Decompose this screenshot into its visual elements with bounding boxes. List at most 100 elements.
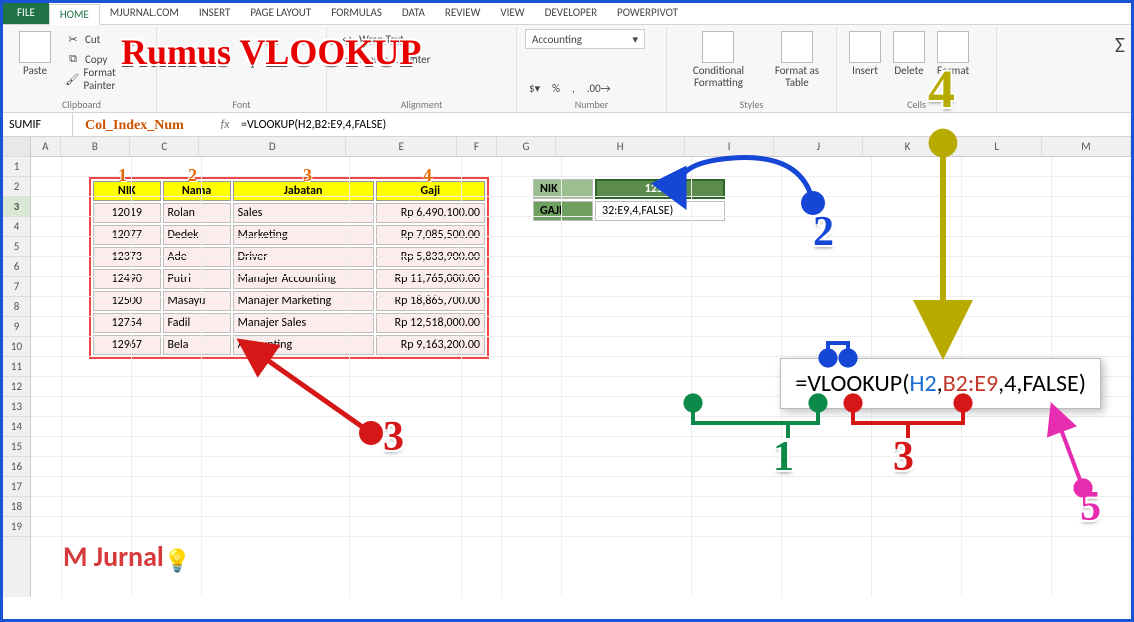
col-header[interactable]: E — [346, 137, 457, 156]
inc-decimal-button[interactable]: .00→ — [583, 78, 615, 98]
row-header[interactable]: 17 — [3, 477, 30, 497]
small-index-3: 3 — [303, 165, 312, 186]
row-header[interactable]: 18 — [3, 497, 30, 517]
group-label-number: Number — [517, 98, 666, 111]
row-header[interactable]: 4 — [3, 217, 30, 237]
zoom-pre: =VLOOKUP( — [795, 369, 909, 398]
fx-icon[interactable]: fx — [213, 118, 237, 132]
tab-mjurnal[interactable]: MJURNAL.COM — [100, 3, 189, 24]
tab-file[interactable]: FILE — [3, 3, 49, 24]
tab-powerpivot[interactable]: POWERPIVOT — [607, 3, 688, 24]
row-header[interactable]: 12 — [3, 377, 30, 397]
overlay-title: Rumus VLOOKUP — [121, 31, 421, 73]
format-as-table-button[interactable]: Format as Table — [766, 29, 828, 91]
cut-label: Cut — [85, 33, 100, 46]
row-header[interactable]: 9 — [3, 317, 30, 337]
col-header[interactable]: I — [685, 137, 774, 156]
annot-number-4: 4 — [928, 58, 955, 120]
percent-button[interactable]: % — [548, 78, 564, 98]
copy-label: Copy — [85, 53, 107, 66]
row-header[interactable]: 2 — [3, 177, 30, 197]
formula-input[interactable]: =VLOOKUP(H2,B2:E9,4,FALSE) — [237, 118, 1131, 132]
annot-number-3a: 3 — [383, 413, 404, 461]
row-header[interactable]: 19 — [3, 517, 30, 537]
row-header[interactable]: 11 — [3, 357, 30, 377]
ribbon-tabs: FILE HOME MJURNAL.COM INSERT PAGE LAYOUT… — [3, 3, 1131, 25]
group-label-cells: Cells — [837, 98, 996, 111]
col-header[interactable]: C — [130, 137, 199, 156]
col-header[interactable]: J — [774, 137, 863, 156]
row-header[interactable]: 7 — [3, 277, 30, 297]
brush-icon: 🖌 — [65, 71, 80, 87]
lightbulb-icon: 💡 — [164, 547, 191, 574]
tab-formulas[interactable]: FORMULAS — [321, 3, 392, 24]
tab-review[interactable]: REVIEW — [435, 3, 491, 24]
conditional-formatting-button[interactable]: Conditional Formatting — [675, 29, 762, 91]
column-headers[interactable]: ABCDEFGHIJKLM — [31, 137, 1131, 157]
row-header[interactable]: 8 — [3, 297, 30, 317]
watermark: M Jurnal💡 — [63, 539, 191, 574]
col-header[interactable]: D — [199, 137, 346, 156]
row-header[interactable]: 15 — [3, 437, 30, 457]
comma-button[interactable]: , — [568, 78, 579, 98]
zoom-rng: B2:E9 — [943, 369, 999, 398]
row-header[interactable]: 14 — [3, 417, 30, 437]
group-styles: Conditional Formatting Format as Table S… — [667, 27, 837, 112]
row-header[interactable]: 5 — [3, 237, 30, 257]
name-box[interactable]: SUMIF — [3, 113, 73, 136]
col-header[interactable]: H — [556, 137, 685, 156]
col-header[interactable]: L — [953, 137, 1042, 156]
paste-button[interactable]: Paste — [15, 29, 55, 89]
insert-label: Insert — [852, 65, 878, 77]
row-header[interactable]: 3 — [3, 197, 30, 217]
tab-developer[interactable]: DEVELOPER — [535, 3, 607, 24]
fmtas-label: Format as Table — [770, 65, 824, 89]
row-header[interactable]: 10 — [3, 337, 30, 357]
row-header[interactable]: 6 — [3, 257, 30, 277]
tab-home[interactable]: HOME — [49, 4, 100, 25]
col-header[interactable]: M — [1042, 137, 1131, 156]
tab-pagelayout[interactable]: PAGE LAYOUT — [240, 3, 321, 24]
group-label-align: Alignment — [327, 98, 516, 111]
group-label-styles: Styles — [667, 98, 836, 111]
numfmt-label: Accounting — [532, 33, 582, 46]
group-label-clipboard: Clipboard — [7, 98, 156, 111]
tab-insert[interactable]: INSERT — [189, 3, 241, 24]
insert-icon — [849, 31, 881, 63]
col-header[interactable]: F — [457, 137, 497, 156]
annot-number-3b: 3 — [893, 433, 914, 481]
copy-icon: ⧉ — [65, 51, 81, 67]
row-header[interactable]: 13 — [3, 397, 30, 417]
autosum-icon[interactable]: Σ — [1115, 31, 1125, 58]
row-header[interactable]: 1 — [3, 157, 30, 177]
number-format-dropdown[interactable]: Accounting▾ — [525, 29, 645, 49]
group-cells: Insert Delete Format Cells — [837, 27, 997, 112]
row-header[interactable]: 16 — [3, 457, 30, 477]
cond-format-icon — [702, 31, 734, 63]
scissors-icon: ✂ — [65, 31, 81, 47]
col-header[interactable]: K — [863, 137, 952, 156]
cond-label: Conditional Formatting — [679, 65, 758, 89]
col-header[interactable]: A — [31, 137, 61, 156]
delete-label: Delete — [894, 65, 923, 77]
small-index-1: 1 — [118, 165, 127, 186]
currency-button[interactable]: $▾ — [525, 78, 544, 98]
col-header[interactable]: G — [497, 137, 556, 156]
tab-view[interactable]: VIEW — [490, 3, 534, 24]
annot-number-1: 1 — [773, 433, 794, 481]
formula-zoom-box: =VLOOKUP(H2,B2:E9,4,FALSE) — [780, 358, 1101, 409]
annot-number-2: 2 — [813, 208, 834, 256]
zoom-h2: H2 — [909, 369, 936, 398]
insert-cells-button[interactable]: Insert — [845, 29, 885, 79]
table-icon — [781, 31, 813, 63]
tab-data[interactable]: DATA — [392, 3, 435, 24]
delete-cells-button[interactable]: Delete — [889, 29, 929, 79]
row-headers[interactable]: 12345678910111213141516171819 — [3, 137, 31, 597]
paste-label: Paste — [23, 65, 47, 77]
small-index-4: 4 — [423, 165, 432, 186]
col-header[interactable]: B — [61, 137, 130, 156]
delete-icon — [893, 31, 925, 63]
group-number: Accounting▾ $▾ % , .00→ Number — [517, 27, 667, 112]
annot-number-5: 5 — [1080, 483, 1101, 531]
small-index-2: 2 — [188, 165, 197, 186]
